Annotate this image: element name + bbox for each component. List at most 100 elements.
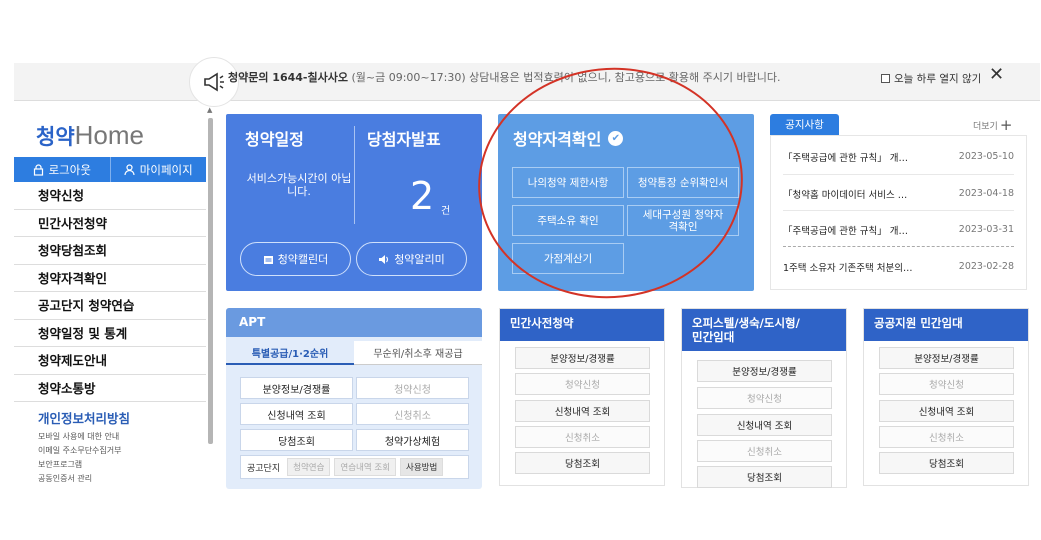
hours-text: (월~금 09:00~17:30): [351, 71, 466, 84]
apply-button[interactable]: 청약신청: [515, 373, 650, 395]
cancel-button[interactable]: 신청취소: [697, 440, 832, 462]
winner-unit: 건: [441, 206, 451, 217]
logo-k: 청약: [36, 126, 75, 149]
user-icon: [124, 163, 135, 175]
winner-title[interactable]: 당첨자발표: [367, 126, 441, 150]
apply-button[interactable]: 청약신청: [697, 387, 832, 409]
sidebar-item-eligibility[interactable]: 청약자격확인: [14, 265, 206, 292]
category-title[interactable]: 민간사전청약: [500, 309, 664, 341]
list-item[interactable]: 1주택 소유자 기존주택 처분의… 2023-02-28: [783, 249, 1014, 284]
notice-date: 2023-03-31: [958, 224, 1014, 235]
apt-virtual-button[interactable]: 청약가상체험: [356, 429, 469, 451]
apt-winner-button[interactable]: 당첨조회: [240, 429, 353, 451]
tab-unranked[interactable]: 무순위/취소후 재공급: [354, 341, 482, 365]
sublinks: 모바일 사용에 대한 안내 이메일 주소무단수집거부 보안프로그램 공동인증서 …: [38, 430, 122, 486]
sidebar-menu: 청약신청 민간사전청약 청약당첨조회 청약자격확인 공고단지 청약연습 청약일정…: [14, 182, 206, 402]
sublink-email[interactable]: 이메일 주소무단수집거부: [38, 444, 122, 458]
apt-box: APT 특별공급/1·2순위 무순위/취소후 재공급 분양정보/경쟁률 청약신청…: [226, 308, 482, 489]
service-message: 서비스가능시간이 아닙니다.: [246, 172, 352, 198]
history-button[interactable]: 신청내역 조회: [879, 400, 1014, 422]
mypage-button[interactable]: 마이페이지: [109, 157, 207, 182]
category-title[interactable]: 공공지원 민간임대: [864, 309, 1028, 341]
tab-notices[interactable]: 공지사항: [770, 114, 839, 135]
sublink-cert[interactable]: 공동인증서 관리: [38, 472, 122, 486]
practice-row: 공고단지 청약연습 연습내역 조회 사용방법: [240, 455, 469, 479]
divider: [783, 210, 1014, 211]
hotline-text: 청약문의 1644-칠사사오: [228, 71, 348, 84]
sidebar-scrollbar[interactable]: ▲: [206, 106, 214, 451]
alarm-button[interactable]: 청약알리미: [356, 242, 467, 276]
today-close-label: 오늘 하루 열지 않기: [894, 73, 982, 85]
cancel-button[interactable]: 신청취소: [515, 426, 650, 448]
close-icon[interactable]: ✕: [989, 64, 1004, 85]
winner-button[interactable]: 당첨조회: [515, 452, 650, 474]
schedule-title[interactable]: 청약일정: [245, 126, 304, 150]
notice-text: 청약문의 1644-칠사사오 (월~금 09:00~17:30) 상담내용은 법…: [228, 69, 780, 85]
winner-count[interactable]: 2: [410, 174, 434, 218]
schedule-panel: 청약일정 당첨자발표 서비스가능시간이 아닙니다. 2 건 청약캘린더 청약알리…: [226, 114, 482, 291]
divider: [783, 246, 1014, 247]
tab-special-supply[interactable]: 특별공급/1·2순위: [226, 341, 354, 365]
sidebar-item-community[interactable]: 청약소통방: [14, 375, 206, 402]
list-item[interactable]: 「주택공급에 관한 규칙」 개… 2023-03-31: [783, 212, 1014, 247]
category-private-pre: 민간사전청약 분양정보/경쟁률 청약신청 신청내역 조회 신청취소 당첨조회: [499, 308, 665, 486]
info-button[interactable]: 분양정보/경쟁률: [515, 347, 650, 369]
apt-history-button[interactable]: 신청내역 조회: [240, 403, 353, 425]
more-button[interactable]: 더보기 +: [973, 116, 1012, 134]
plus-icon: +: [999, 116, 1013, 134]
category-public-rental: 공공지원 민간임대 분양정보/경쟁률 청약신청 신청내역 조회 신청취소 당첨조…: [863, 308, 1029, 486]
apt-apply-button[interactable]: 청약신청: [356, 377, 469, 399]
logout-button[interactable]: 로그아웃: [14, 157, 110, 182]
today-close-checkbox[interactable]: 오늘 하루 열지 않기: [881, 71, 981, 86]
divider: [354, 126, 355, 224]
sidebar-item-winner[interactable]: 청약당첨조회: [14, 237, 206, 265]
notice-date: 2023-05-10: [958, 151, 1014, 162]
privacy-link[interactable]: 개인정보처리방침: [38, 408, 130, 427]
practice-history-button[interactable]: 연습내역 조회: [334, 458, 397, 476]
usage-button[interactable]: 사용방법: [400, 458, 444, 476]
mypage-label: 마이페이지: [139, 162, 193, 177]
logo[interactable]: 청약Home: [36, 120, 144, 151]
apt-title[interactable]: APT: [226, 308, 482, 337]
sidebar-item-private-pre[interactable]: 민간사전청약: [14, 210, 206, 237]
winner-button[interactable]: 당첨조회: [697, 466, 832, 488]
speaker-icon: [379, 254, 389, 264]
history-button[interactable]: 신청내역 조회: [697, 414, 832, 436]
practice-label: 공고단지: [247, 463, 281, 474]
apt-cancel-button[interactable]: 신청취소: [356, 403, 469, 425]
notice-box: 공지사항 더보기 + 「주택공급에 관한 규칙」 개… 2023-05-10 「청…: [770, 114, 1027, 290]
list-item[interactable]: 「청약홈 마이데이터 서비스 … 2023-04-18: [783, 176, 1014, 211]
history-button[interactable]: 신청내역 조회: [515, 400, 650, 422]
logout-label: 로그아웃: [48, 162, 91, 177]
winner-button[interactable]: 당첨조회: [879, 452, 1014, 474]
lock-icon: [33, 163, 43, 176]
practice-button[interactable]: 청약연습: [287, 458, 331, 476]
apply-button[interactable]: 청약신청: [879, 373, 1014, 395]
notice-title: 「청약홈 마이데이터 서비스 …: [783, 189, 908, 201]
sidebar-item-schedule[interactable]: 청약일정 및 통계: [14, 320, 206, 347]
notice-title: 1주택 소유자 기존주택 처분의…: [783, 262, 913, 274]
notice-list: 「주택공급에 관한 규칙」 개… 2023-05-10 「청약홈 마이데이터 서비…: [770, 135, 1027, 290]
alarm-label: 청약알리미: [394, 253, 445, 266]
sidebar-item-guide[interactable]: 청약제도안내: [14, 347, 206, 375]
logo-h: Home: [74, 120, 144, 150]
sidebar-item-apply[interactable]: 청약신청: [14, 182, 206, 210]
list-item[interactable]: 「주택공급에 관한 규칙」 개… 2023-05-10: [783, 139, 1014, 174]
sidebar: 청약Home 로그아웃 마이페이지 청약신청 민간사전청약 청약당첨조회 청약자…: [14, 106, 206, 496]
calendar-label: 청약캘린더: [277, 253, 329, 266]
info-button[interactable]: 분양정보/경쟁률: [879, 347, 1014, 369]
category-title[interactable]: 오피스텔/생숙/도시형/ 민간임대: [682, 309, 846, 351]
notice-title: 「주택공급에 관한 규칙」 개…: [783, 152, 908, 164]
notice-date: 2023-04-18: [958, 188, 1014, 199]
sublink-security[interactable]: 보안프로그램: [38, 458, 122, 472]
scroll-thumb[interactable]: [208, 118, 213, 444]
scroll-up-icon[interactable]: ▲: [207, 106, 212, 114]
info-button[interactable]: 분양정보/경쟁률: [697, 360, 832, 382]
cancel-button[interactable]: 신청취소: [879, 426, 1014, 448]
calendar-button[interactable]: 청약캘린더: [240, 242, 351, 276]
sublink-mobile[interactable]: 모바일 사용에 대한 안내: [38, 430, 122, 444]
checkbox-icon[interactable]: [881, 74, 890, 83]
apt-info-button[interactable]: 분양정보/경쟁률: [240, 377, 353, 399]
divider: [783, 174, 1014, 175]
sidebar-item-practice[interactable]: 공고단지 청약연습: [14, 292, 206, 320]
